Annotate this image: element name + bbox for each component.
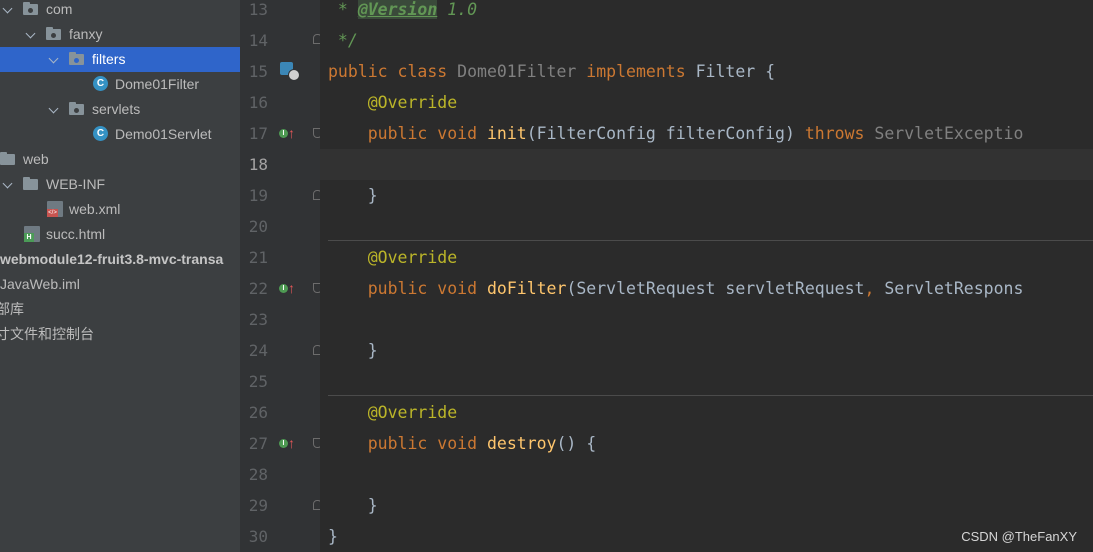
html-file-icon: H [24, 226, 40, 242]
tree-item-scratches[interactable]: 寸文件和控制台 [0, 322, 240, 347]
tree-item-web-xml[interactable]: </> web.xml [0, 197, 240, 222]
html-badge: H [24, 233, 34, 242]
tree-item-label: com [46, 1, 73, 17]
xml-badge: </> [47, 209, 58, 217]
package-icon [46, 26, 62, 42]
folder-icon [23, 176, 39, 192]
tree-item-filters[interactable]: filters [0, 47, 240, 72]
code-line-29[interactable]: } [328, 490, 378, 521]
tree-item-label: filters [92, 51, 126, 67]
tree-item-fanxy[interactable]: fanxy [0, 22, 240, 47]
tree-item-label: WEB-INF [46, 176, 106, 192]
code-line-19[interactable]: } [328, 180, 378, 211]
code-line-17[interactable]: public void init(FilterConfig filterConf… [328, 118, 1024, 149]
tree-item-label: 寸文件和控制台 [0, 326, 94, 342]
line-number: 29 [248, 496, 268, 515]
line-number: 21 [248, 248, 268, 267]
code-line-14[interactable]: */ [328, 25, 358, 56]
editor-gutter[interactable]: 13 14 15 16 17 18 19 20 21 22 23 24 25 2… [240, 0, 322, 552]
tree-item-label: Dome01Filter [115, 76, 200, 92]
override-badge: I [279, 284, 288, 293]
chevron-down-icon[interactable] [2, 178, 13, 189]
method-separator [328, 240, 1093, 241]
line-number: 23 [248, 310, 268, 329]
override-method-icon[interactable]: I ↑ [279, 280, 299, 298]
tree-item-label: web [23, 151, 49, 167]
line-number: 17 [248, 124, 268, 143]
code-line-21[interactable]: @Override [328, 242, 457, 273]
tree-item-label: servlets [92, 101, 141, 117]
code-line-26[interactable]: @Override [328, 397, 457, 428]
watermark: CSDN @TheFanXY [961, 529, 1077, 544]
line-number: 16 [248, 93, 268, 112]
tree-item-label: Demo01Servlet [115, 126, 212, 142]
code-line-24[interactable]: } [328, 335, 378, 366]
line-number: 14 [248, 31, 268, 50]
package-icon [69, 51, 85, 67]
line-number: 19 [248, 186, 268, 205]
tree-item-label: 部库 [0, 301, 24, 317]
tree-item-label: web.xml [69, 201, 121, 217]
line-number: 13 [248, 0, 268, 19]
code-line-13[interactable]: * @Version 1.0 [328, 0, 477, 25]
package-icon [23, 1, 39, 17]
java-class-icon: C [93, 126, 108, 141]
override-badge: I [279, 439, 288, 448]
tree-item-external-libraries[interactable]: 部库 [0, 297, 240, 322]
chevron-down-icon[interactable] [48, 53, 59, 64]
chevron-down-icon[interactable] [2, 3, 13, 14]
tree-item-label: webmodule12-fruit3.8-mvc-transa [0, 251, 224, 267]
tree-item-web-inf[interactable]: WEB-INF [0, 172, 240, 197]
line-number: 24 [248, 341, 268, 360]
chevron-down-icon[interactable] [25, 28, 36, 39]
line-number: 22 [248, 279, 268, 298]
line-number: 30 [248, 527, 268, 546]
line-number: 15 [248, 62, 268, 81]
tree-item-javaweb-iml[interactable]: JavaWeb.iml [0, 272, 240, 297]
method-separator [328, 395, 1093, 396]
code-line-30[interactable]: } [328, 521, 338, 552]
tree-item-label: succ.html [46, 226, 106, 242]
java-class-icon: C [93, 76, 108, 91]
line-number: 25 [248, 372, 268, 391]
tree-item-label: JavaWeb.iml [0, 276, 80, 292]
line-number: 20 [248, 217, 268, 236]
package-icon [69, 101, 85, 117]
override-method-icon[interactable]: I ↑ [279, 125, 299, 143]
tree-item-com[interactable]: com [0, 0, 240, 22]
tree-item-module[interactable]: webmodule12-fruit3.8-mvc-transa [0, 247, 240, 272]
tree-item-succ-html[interactable]: H succ.html [0, 222, 240, 247]
code-line-27[interactable]: public void destroy() { [328, 428, 597, 459]
project-tree: com fanxy filters C Dome01Filter servlet… [0, 0, 240, 552]
xml-file-icon: </> [47, 201, 63, 217]
tree-item-servlets[interactable]: servlets [0, 97, 240, 122]
chevron-down-icon[interactable] [48, 103, 59, 114]
tree-item-demo01servlet[interactable]: C Demo01Servlet [0, 122, 240, 147]
tree-item-label: fanxy [69, 26, 103, 42]
folder-icon [0, 151, 16, 167]
code-line-16[interactable]: @Override [328, 87, 457, 118]
code-editor[interactable]: * @Version 1.0 */ public class Dome01Fil… [320, 0, 1093, 552]
override-method-icon[interactable]: I ↑ [279, 435, 299, 453]
override-badge: I [279, 129, 288, 138]
current-line-highlight [320, 149, 1093, 180]
code-line-15[interactable]: public class Dome01Filter implements Fil… [328, 56, 775, 87]
line-number: 27 [248, 434, 268, 453]
tree-item-web[interactable]: web [0, 147, 240, 172]
line-number: 18 [248, 155, 268, 174]
line-number: 26 [248, 403, 268, 422]
implements-interface-icon[interactable] [280, 62, 300, 81]
code-line-22[interactable]: public void doFilter(ServletRequest serv… [328, 273, 1024, 304]
line-number: 28 [248, 465, 268, 484]
tree-item-dome01filter[interactable]: C Dome01Filter [0, 72, 240, 97]
